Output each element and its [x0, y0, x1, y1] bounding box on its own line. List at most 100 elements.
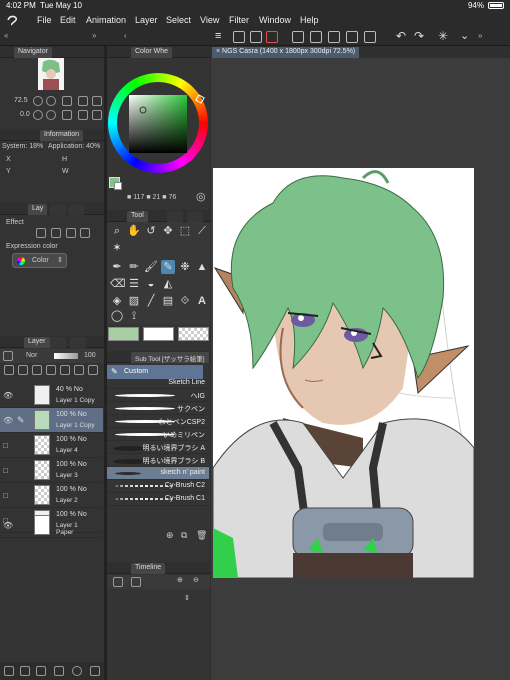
subtool-group-custom[interactable]: ✎ Custom — [107, 365, 203, 379]
layer-tool-icon[interactable] — [18, 365, 28, 375]
open-file-icon[interactable] — [250, 31, 262, 43]
layer-row[interactable]: 👁 ✎ 100 % No Layer 1 Copy — [0, 408, 103, 433]
eye-icon[interactable]: 👁 — [3, 521, 13, 530]
menu-filter[interactable]: Filter — [229, 15, 249, 25]
opacity-slider[interactable] — [54, 353, 78, 359]
effect-icon[interactable] — [80, 228, 90, 238]
undo-icon[interactable]: ↶ — [396, 29, 406, 43]
layer-tool-icon[interactable] — [46, 365, 56, 375]
app-logo-icon[interactable] — [6, 14, 20, 26]
trash-icon[interactable] — [90, 666, 100, 676]
zoom-out-icon[interactable]: ⊖ — [193, 576, 199, 584]
actual-size-icon[interactable] — [78, 96, 88, 106]
menu-select[interactable]: Select — [166, 15, 191, 25]
trash-icon[interactable]: 🗑 — [196, 530, 207, 541]
rotate-icon[interactable]: ↺ — [144, 224, 158, 238]
zoom-in-icon[interactable]: ⊕ — [177, 576, 183, 584]
collapse-icon[interactable]: » — [92, 31, 96, 40]
tab-icon[interactable] — [50, 337, 66, 348]
sub-color-swatch[interactable] — [114, 182, 122, 190]
layer-tab[interactable]: Layer — [24, 337, 50, 348]
merge-icon[interactable] — [54, 666, 64, 676]
menu-file[interactable]: File — [37, 15, 52, 25]
subtool-item[interactable]: Sketch Line — [107, 379, 209, 389]
subtool-item[interactable]: わとベンCSP2 — [107, 415, 209, 428]
zoom-in-icon[interactable] — [46, 96, 56, 106]
layer-lock-icon[interactable] — [3, 351, 13, 361]
effect-icon[interactable] — [66, 228, 76, 238]
subtool-item[interactable]: ヘIG — [107, 389, 209, 402]
eye-icon[interactable]: 👁 — [3, 416, 13, 425]
layer-tool-icon[interactable] — [88, 365, 98, 375]
subtool-item[interactable]: いめミリペン — [107, 428, 209, 441]
paste-icon[interactable] — [328, 31, 340, 43]
line-icon[interactable]: ╱ — [144, 294, 158, 308]
paint-bucket-icon[interactable]: ◈ — [110, 294, 124, 308]
layer-tool-icon[interactable] — [4, 365, 14, 375]
transparent-color-chip[interactable] — [178, 327, 209, 341]
menu-animation[interactable]: Animation — [86, 15, 126, 25]
hamburger-menu-icon[interactable]: ≡ — [215, 30, 221, 42]
zoom-icon[interactable]: ⌕ — [110, 224, 124, 238]
menu-view[interactable]: View — [200, 15, 219, 25]
layer-row[interactable]: 👁 40 % No Layer 1 Copy — [0, 383, 103, 408]
visibility-toggle[interactable]: □ — [3, 441, 8, 450]
eye-icon[interactable]: 👁 — [3, 391, 13, 400]
balloon-icon[interactable]: ◯ — [110, 309, 124, 323]
layer-row[interactable]: □ 100 % No Layer 2 — [0, 483, 103, 508]
fit-window-icon[interactable] — [92, 96, 102, 106]
color-wheel-tab[interactable]: Color Whe — [131, 47, 173, 58]
navigator-thumbnail[interactable] — [38, 58, 64, 90]
tab-icon[interactable] — [167, 211, 183, 222]
expand-right-icon[interactable]: » — [478, 31, 482, 40]
mask-icon[interactable] — [72, 666, 82, 676]
information-tab[interactable]: Information — [40, 130, 84, 141]
subtool-tab[interactable]: Sub Tool [ザッサラ絵筆] — [131, 352, 209, 363]
tab-icon[interactable] — [50, 204, 66, 215]
correct-line-icon[interactable]: ⟟ — [127, 309, 141, 323]
main-color-chip[interactable] — [108, 327, 139, 341]
expression-color-select[interactable]: Color ⇕ — [12, 253, 67, 268]
tab-icon[interactable] — [187, 211, 203, 222]
collapse-left-icon[interactable]: « — [4, 31, 8, 40]
color-settings-icon[interactable]: ◎ — [196, 190, 206, 203]
reset-rotation-icon[interactable] — [62, 110, 72, 120]
gradient-icon[interactable]: ◭ — [161, 277, 175, 291]
flip-vertical-icon[interactable] — [92, 110, 102, 120]
copy-icon[interactable] — [310, 31, 322, 43]
blend-mode[interactable]: Nor — [26, 352, 37, 359]
ruler-icon[interactable]: ▤ — [161, 294, 175, 308]
visibility-toggle[interactable]: □ — [3, 466, 8, 475]
fill-icon[interactable] — [364, 31, 376, 43]
visibility-toggle[interactable]: □ — [3, 491, 8, 500]
menu-edit[interactable]: Edit — [60, 15, 76, 25]
chevron-updown-icon[interactable]: ⇕ — [184, 594, 190, 602]
record-icon[interactable] — [266, 31, 278, 43]
rotate-right-icon[interactable] — [46, 110, 56, 120]
timeline-icon[interactable] — [113, 577, 123, 587]
timeline-icon[interactable] — [131, 577, 141, 587]
tab-icon[interactable] — [70, 337, 86, 348]
add-subtool-icon[interactable]: ⧉ — [181, 530, 187, 541]
eraser-icon[interactable]: ⌫ — [110, 277, 126, 291]
layer-icon[interactable] — [292, 31, 304, 43]
layer-row-paper[interactable]: 👁 Paper — [0, 513, 103, 538]
text-icon[interactable]: A — [195, 294, 209, 308]
redo-icon[interactable]: ↷ — [414, 29, 424, 43]
color-wheel[interactable] — [107, 70, 210, 176]
effect-border-icon[interactable] — [36, 228, 46, 238]
selection-icon[interactable]: ⬚ — [178, 224, 192, 238]
navigator-tab[interactable]: Navigator — [14, 47, 52, 58]
color-mixing-icon[interactable]: ▲ — [195, 260, 209, 274]
figure-icon[interactable]: ▨ — [127, 294, 141, 308]
layer-tool-icon[interactable] — [60, 365, 70, 375]
new-file-icon[interactable] — [233, 31, 245, 43]
subtool-item[interactable]: Cy-Brush C2 — [107, 480, 209, 493]
move-icon[interactable]: ✥ — [161, 224, 175, 238]
opacity-value[interactable]: 100 — [84, 352, 96, 359]
duplicate-subtool-icon[interactable]: ⊕ — [166, 530, 174, 541]
blend-icon[interactable]: ◒ — [144, 277, 158, 291]
pencil-icon[interactable]: ✏ — [127, 260, 141, 274]
new-folder-icon[interactable] — [36, 666, 46, 676]
effect-tone-icon[interactable] — [51, 228, 61, 238]
